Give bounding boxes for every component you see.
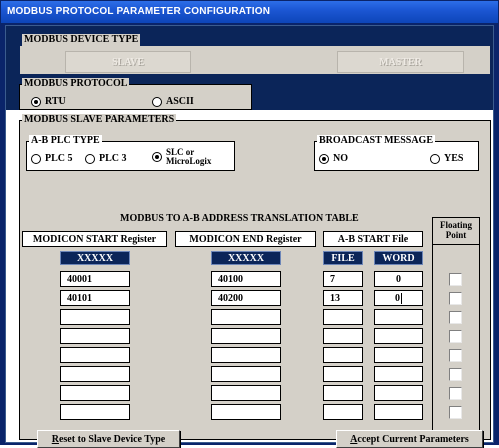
radio-plc3-dot (85, 153, 95, 164)
radio-broadcast-yes-label: YES (444, 153, 464, 164)
radio-plc5-label: PLC 5 (45, 153, 73, 164)
reset-to-slave-button[interactable]: Reset to Slave Device Type (37, 430, 180, 448)
start-register-input[interactable]: 40001 (60, 271, 130, 287)
word-input-value: 0 (395, 292, 400, 304)
radio-ascii-dot (152, 96, 162, 107)
slave-params-group: MODBUS SLAVE PARAMETERS A-B PLC TYPE PLC… (19, 114, 491, 440)
file-input[interactable]: 7 (323, 271, 363, 287)
floating-point-divider (433, 244, 479, 245)
word-input[interactable]: 0 (374, 290, 423, 306)
header-end-register: MODICON END Register (175, 231, 316, 247)
end-register-input[interactable] (211, 347, 281, 363)
placeholder-end: XXXXX (211, 251, 281, 265)
start-register-input[interactable] (60, 366, 130, 382)
word-input[interactable] (374, 347, 423, 363)
end-register-input[interactable] (211, 309, 281, 325)
word-input[interactable] (374, 404, 423, 420)
word-input[interactable] (374, 366, 423, 382)
start-register-input[interactable] (60, 385, 130, 401)
header-ab-start-file: A-B START File (323, 231, 423, 247)
radio-broadcast-yes-dot (430, 153, 440, 164)
client-area: MODBUS DEVICE TYPE SLAVE MASTER MODBUS P… (5, 25, 494, 448)
file-input[interactable] (323, 309, 363, 325)
radio-broadcast-no[interactable]: NO (319, 153, 348, 164)
end-register-input[interactable]: 40100 (211, 271, 281, 287)
protocol-label: MODBUS PROTOCOL (22, 78, 130, 90)
placeholder-file: FILE (323, 251, 363, 265)
end-register-input[interactable] (211, 328, 281, 344)
radio-rtu[interactable]: RTU (31, 96, 66, 107)
floating-point-checkbox[interactable] (449, 330, 462, 343)
floating-point-checkbox[interactable] (449, 273, 462, 286)
start-register-input[interactable] (60, 328, 130, 344)
radio-broadcast-no-label: NO (333, 153, 348, 164)
radio-plc3[interactable]: PLC 3 (85, 153, 127, 164)
header-start-register: MODICON START Register (22, 231, 167, 247)
file-input[interactable]: 13 (323, 290, 363, 306)
config-window: MODBUS PROTOCOL PARAMETER CONFIGURATION … (0, 0, 499, 448)
slave-params-label: MODBUS SLAVE PARAMETERS (22, 114, 177, 126)
floating-point-checkbox[interactable] (449, 292, 462, 305)
start-register-input[interactable] (60, 404, 130, 420)
floating-point-checkbox[interactable] (449, 349, 462, 362)
end-register-input[interactable]: 40200 (211, 290, 281, 306)
floating-point-checkbox[interactable] (449, 387, 462, 400)
word-input[interactable] (374, 309, 423, 325)
floating-point-checkbox[interactable] (449, 406, 462, 419)
word-input[interactable] (374, 328, 423, 344)
floating-point-checkbox[interactable] (449, 311, 462, 324)
radio-ascii-label: ASCII (166, 96, 194, 107)
radio-slc-micrologix[interactable]: SLC or MicroLogix (152, 148, 211, 166)
start-register-input[interactable]: 40101 (60, 290, 130, 306)
radio-plc3-label: PLC 3 (99, 153, 127, 164)
protocol-group: MODBUS PROTOCOL RTU ASCII (19, 78, 252, 110)
radio-broadcast-yes[interactable]: YES (430, 153, 463, 164)
translation-table-title: MODBUS TO A-B ADDRESS TRANSLATION TABLE (120, 213, 359, 224)
placeholder-word: WORD (374, 251, 423, 265)
radio-slc-line2: MicroLogix (166, 156, 212, 166)
radio-slc-dot (152, 152, 162, 162)
placeholder-start: XXXXX (60, 251, 130, 265)
reset-accelerator: R (51, 433, 59, 445)
word-input[interactable]: 0 (374, 271, 423, 287)
plc-type-label: A-B PLC TYPE (29, 135, 102, 147)
radio-rtu-label: RTU (45, 96, 66, 107)
plc-type-group: A-B PLC TYPE PLC 5 PLC 3 SLC or MicroLog… (26, 135, 235, 171)
file-input[interactable] (323, 366, 363, 382)
file-input[interactable] (323, 347, 363, 363)
end-register-input[interactable] (211, 385, 281, 401)
file-input[interactable] (323, 404, 363, 420)
radio-plc5-dot (31, 153, 41, 164)
accept-label: ccept Current Parameters (357, 433, 469, 445)
broadcast-group: BROADCAST MESSAGE NO YES (314, 135, 479, 171)
window-title: MODBUS PROTOCOL PARAMETER CONFIGURATION (1, 1, 498, 23)
accept-accelerator: A (350, 433, 358, 445)
accept-parameters-button[interactable]: Accept Current Parameters (336, 430, 483, 448)
floating-point-checkbox[interactable] (449, 368, 462, 381)
master-button[interactable]: MASTER (337, 51, 464, 73)
broadcast-label: BROADCAST MESSAGE (317, 135, 436, 147)
word-input[interactable] (374, 385, 423, 401)
start-register-input[interactable] (60, 309, 130, 325)
header-floating-point: Floating Point (439, 220, 472, 240)
end-register-input[interactable] (211, 366, 281, 382)
device-type-group: MODBUS DEVICE TYPE SLAVE MASTER (19, 34, 491, 74)
file-input[interactable] (323, 385, 363, 401)
radio-plc5[interactable]: PLC 5 (31, 153, 73, 164)
file-input[interactable] (323, 328, 363, 344)
text-cursor (401, 292, 402, 304)
radio-ascii[interactable]: ASCII (152, 96, 194, 107)
slave-button[interactable]: SLAVE (65, 51, 191, 73)
radio-broadcast-no-dot (319, 153, 329, 164)
radio-slc-label: SLC or MicroLogix (166, 148, 211, 166)
end-register-input[interactable] (211, 404, 281, 420)
start-register-input[interactable] (60, 347, 130, 363)
reset-label: eset to Slave Device Type (58, 433, 166, 445)
radio-rtu-dot (31, 96, 41, 107)
device-type-label: MODBUS DEVICE TYPE (22, 34, 141, 46)
